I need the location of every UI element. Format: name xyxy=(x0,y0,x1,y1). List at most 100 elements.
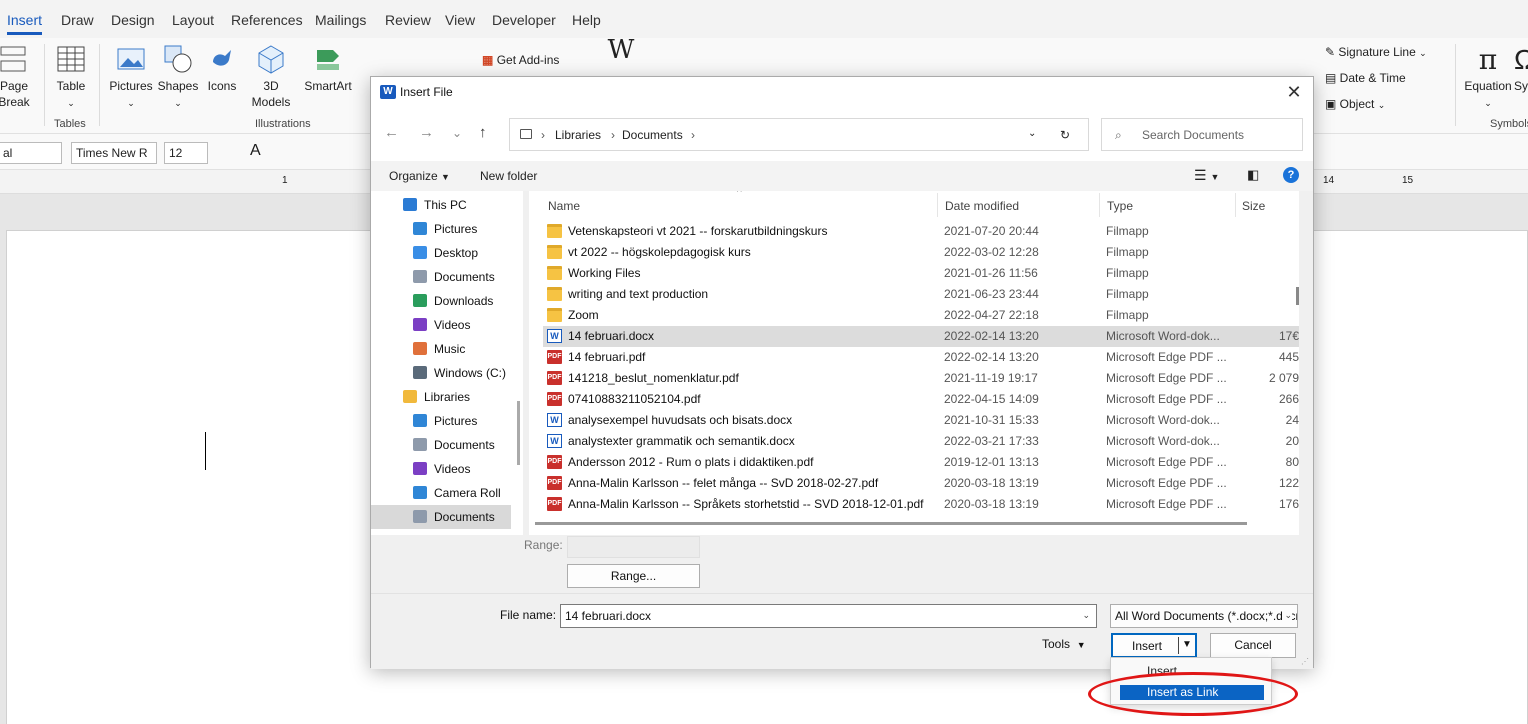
refresh-icon[interactable]: ↻ xyxy=(1060,128,1070,142)
tab-insert[interactable]: Insert xyxy=(7,12,43,35)
nav-item[interactable]: Desktop xyxy=(371,241,511,265)
column-header-size[interactable]: Size xyxy=(1242,191,1265,219)
nav-item[interactable]: Music xyxy=(371,337,511,361)
close-button[interactable]: ✕ xyxy=(1283,81,1305,103)
equation-button[interactable]: π Equation ⌄ xyxy=(1462,42,1514,111)
file-row[interactable]: PDF Anna-Malin Karlsson -- felet många --… xyxy=(543,473,1299,494)
file-row[interactable]: vt 2022 -- högskolepdagogisk kurs 2022-03… xyxy=(543,242,1299,263)
file-row[interactable]: Zoom 2022-04-27 22:18 Filmapp xyxy=(543,305,1299,326)
word-icon: W xyxy=(380,85,396,99)
up-button[interactable]: ↑ xyxy=(479,124,487,141)
organize-button[interactable]: Organize ▼ xyxy=(389,169,450,183)
resize-grip-icon[interactable]: ⋰ xyxy=(1301,657,1311,667)
file-list: ^ Name Date modified Type Size Vetenskap… xyxy=(529,191,1299,535)
file-type: Microsoft Edge PDF ... xyxy=(1106,476,1227,490)
preview-pane-icon[interactable]: ◧ xyxy=(1247,167,1259,183)
tab-draw[interactable]: Draw xyxy=(61,12,94,28)
range-button[interactable]: Range... xyxy=(567,564,700,588)
file-row[interactable]: W 14 februari.docx 2022-02-14 13:20 Microso… xyxy=(543,326,1299,347)
breadcrumb-documents[interactable]: Documents xyxy=(622,128,683,142)
file-row[interactable]: PDF Andersson 2012 - Rum o plats i didakt… xyxy=(543,452,1299,473)
symbol-button[interactable]: Ω Sy xyxy=(1514,42,1528,94)
chevron-down-icon[interactable]: ⌄ xyxy=(1082,610,1090,621)
nav-item[interactable]: Pictures xyxy=(371,217,511,241)
table-button[interactable]: Table ⌄ xyxy=(52,44,90,111)
documents-icon xyxy=(413,438,427,451)
horizontal-scrollbar[interactable] xyxy=(535,522,1247,525)
file-row[interactable]: Working Files 2021-01-26 11:56 Filmapp xyxy=(543,263,1299,284)
style-select[interactable]: al xyxy=(0,142,62,164)
tab-mailings[interactable]: Mailings xyxy=(315,12,366,28)
nav-item[interactable]: This PC xyxy=(371,193,511,217)
insert-dropdown-icon[interactable]: ▼ xyxy=(1182,639,1192,650)
pictures-button[interactable]: Pictures ⌄ xyxy=(108,44,154,111)
nav-item[interactable]: Libraries xyxy=(371,385,511,409)
tab-references[interactable]: References xyxy=(231,12,303,28)
nav-item[interactable]: Documents xyxy=(371,505,511,529)
wikipedia-button[interactable]: W xyxy=(606,37,636,63)
font-color-icon[interactable]: A xyxy=(250,142,261,160)
file-name: Working Files xyxy=(568,266,641,280)
column-header-date[interactable]: Date modified xyxy=(945,191,1019,219)
tab-layout[interactable]: Layout xyxy=(172,12,214,28)
file-row[interactable]: PDF 14 februari.pdf 2022-02-14 13:20 Micros… xyxy=(543,347,1299,368)
file-row[interactable]: Vetenskapsteori vt 2021 -- forskarutbild… xyxy=(543,221,1299,242)
object-button[interactable]: ▣ Object ⌄ xyxy=(1325,96,1445,113)
font-name-select[interactable]: Times New R xyxy=(71,142,157,164)
file-name-input[interactable]: 14 februari.docx ⌄ xyxy=(560,604,1097,628)
tab-developer[interactable]: Developer xyxy=(492,12,556,28)
tab-review[interactable]: Review xyxy=(385,12,431,28)
nav-item[interactable]: Documents xyxy=(371,433,511,457)
cancel-button[interactable]: Cancel xyxy=(1210,633,1296,658)
insert-split-button[interactable]: Insert ▼ xyxy=(1111,633,1197,658)
tab-help[interactable]: Help xyxy=(572,12,601,28)
pdf-icon: PDF xyxy=(547,455,562,469)
nav-item[interactable]: Camera Roll xyxy=(371,481,511,505)
font-size-select[interactable]: 12 xyxy=(164,142,208,164)
icons-button[interactable]: Icons xyxy=(202,44,242,94)
file-row[interactable]: PDF 141218_beslut_nomenklatur.pdf 2021-11-… xyxy=(543,368,1299,389)
tab-design[interactable]: Design xyxy=(111,12,155,28)
file-type: Filmapp xyxy=(1106,266,1149,280)
nav-item[interactable]: Documents xyxy=(371,265,511,289)
date-time-button[interactable]: ▤ Date & Time xyxy=(1325,70,1445,86)
file-row[interactable]: PDF 07410883211052104.pdf 2022-04-15 14:09… xyxy=(543,389,1299,410)
nav-item[interactable]: Downloads xyxy=(371,289,511,313)
tab-view[interactable]: View xyxy=(445,12,475,28)
file-row[interactable]: Wanalysexempel huvudsats och bisats.docx… xyxy=(543,410,1299,431)
get-addins-button[interactable]: ▦ Get Add-ins xyxy=(482,52,572,68)
nav-item[interactable]: Videos xyxy=(371,313,511,337)
object-label: Object xyxy=(1339,97,1375,111)
page-break-button[interactable]: Page Break xyxy=(0,44,34,110)
search-box[interactable]: ⌕ Search Documents xyxy=(1101,118,1303,151)
address-bar[interactable]: › Libraries › Documents › ⌄ ↻ xyxy=(509,118,1089,151)
file-row[interactable]: writing and text production 2021-06-23 23… xyxy=(543,284,1299,305)
nav-item[interactable]: Videos xyxy=(371,457,511,481)
signature-line-button[interactable]: ✎ Signature Line ⌄ xyxy=(1325,44,1445,61)
view-options-icon[interactable]: ☰ ▼ xyxy=(1194,167,1219,184)
nav-item[interactable]: Windows (C:) xyxy=(371,361,511,385)
nav-item[interactable]: Pictures xyxy=(371,409,511,433)
file-type-select[interactable]: All Word Documents (*.docx;*.docm) ⌄ xyxy=(1110,604,1298,628)
file-row[interactable]: Wanalystexter grammatik och semantik.doc… xyxy=(543,431,1299,452)
help-icon[interactable]: ? xyxy=(1283,167,1299,183)
forward-button[interactable]: → xyxy=(419,124,434,141)
nav-scrollbar[interactable] xyxy=(517,401,520,465)
file-type: Microsoft Edge PDF ... xyxy=(1106,350,1227,364)
file-name: 141218_beslut_nomenklatur.pdf xyxy=(568,371,739,385)
file-row[interactable]: PDF Anna-Malin Karlsson -- Språkets storh… xyxy=(543,494,1299,515)
insert-label[interactable]: Insert xyxy=(1132,639,1162,653)
new-folder-button[interactable]: New folder xyxy=(480,169,537,183)
tools-menu[interactable]: Tools ▼ xyxy=(1042,637,1086,651)
shapes-button[interactable]: Shapes ⌄ xyxy=(156,44,200,111)
column-header-name[interactable]: Name xyxy=(548,191,580,219)
3d-models-button[interactable]: 3D Models xyxy=(245,44,297,110)
breadcrumb-libraries[interactable]: Libraries xyxy=(555,128,601,142)
pdf-icon: PDF xyxy=(547,476,562,490)
word-doc-icon: W xyxy=(547,434,562,448)
back-button[interactable]: ← xyxy=(384,124,399,141)
column-header-type[interactable]: Type xyxy=(1107,191,1133,219)
smartart-button[interactable]: SmartArt xyxy=(302,44,354,94)
address-dropdown-icon[interactable]: ⌄ xyxy=(1028,128,1036,139)
recent-locations-button[interactable]: ⌄ xyxy=(452,126,462,140)
